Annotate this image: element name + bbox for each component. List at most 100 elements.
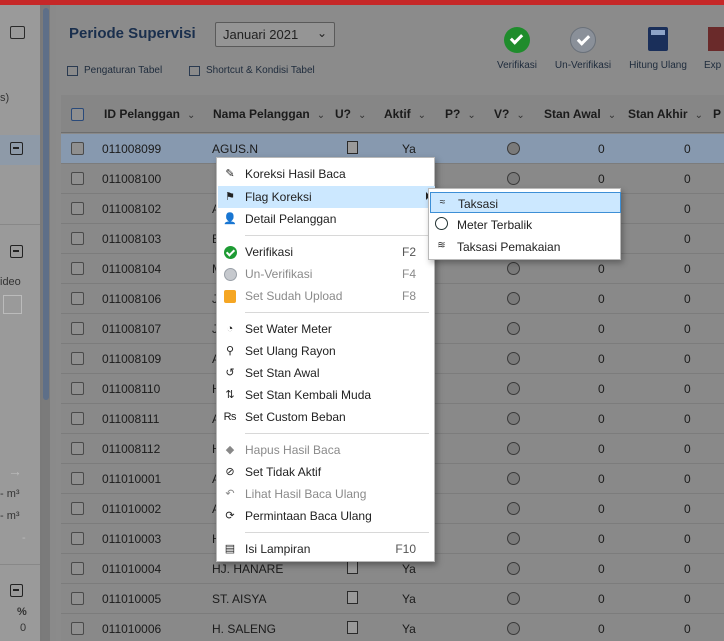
row-checkbox[interactable] (71, 562, 84, 575)
menu-set-stan-awal[interactable]: ↺ Set Stan Awal (218, 362, 435, 384)
cell-stan-awal: 0 (598, 592, 605, 606)
status-circle-icon (507, 412, 520, 425)
menu-un-verifikasi[interactable]: Un-Verifikasi F4 (218, 263, 435, 285)
shortcut-kondisi-link[interactable]: Shortcut & Kondisi Tabel (189, 65, 315, 76)
col-upload[interactable]: U? ⌄ (335, 107, 366, 121)
cell-stan-akhir: 0 (684, 472, 691, 486)
menu-set-water-meter[interactable]: ◔ Set Water Meter (218, 318, 435, 340)
menu-set-tidak-aktif[interactable]: ⊘ Set Tidak Aktif (218, 461, 435, 483)
cell-stan-akhir: 0 (684, 622, 691, 636)
export-button[interactable]: Exp (704, 27, 724, 71)
row-checkbox[interactable] (71, 142, 84, 155)
upload-icon (347, 561, 358, 574)
cell-stan-akhir: 0 (684, 292, 691, 306)
col-v[interactable]: V? ⌄ (494, 107, 525, 121)
table-header: ID Pelanggan ⌄ Nama Pelanggan ⌄ U? ⌄ Aktif ⌄… (61, 95, 724, 133)
row-checkbox[interactable] (71, 322, 84, 335)
row-checkbox[interactable] (71, 232, 84, 245)
row-checkbox[interactable] (71, 262, 84, 275)
status-circle-icon (507, 352, 520, 365)
period-select[interactable]: Januari 2021 ⌄ (215, 22, 335, 47)
location-pin-icon: ⚲ (225, 344, 235, 357)
menu-set-ulang-rayon[interactable]: ⚲ Set Ulang Rayon (218, 340, 435, 362)
printer-icon[interactable] (10, 26, 25, 39)
row-checkbox[interactable] (71, 382, 84, 395)
col-id-pelanggan[interactable]: ID Pelanggan ⌄ (104, 107, 195, 121)
cell-id-pelanggan: 011008099 (102, 142, 162, 156)
col-aktif[interactable]: Aktif ⌄ (384, 107, 426, 121)
expand-icon[interactable] (3, 295, 22, 314)
col-stan-akhir[interactable]: Stan Akhir ⌄ (628, 107, 703, 121)
row-checkbox[interactable] (71, 472, 84, 485)
menu-isi-lampiran[interactable]: ▤ Isi Lampiran F10 (218, 538, 435, 560)
table-row[interactable]: 011010005 ST. AISYA Ya 0 0 (61, 584, 724, 614)
cell-stan-akhir: 0 (684, 502, 691, 516)
menu-permintaan-baca-ulang[interactable]: ⟳ Permintaan Baca Ulang (218, 505, 435, 527)
flag-icon: ⚑ (225, 190, 235, 203)
cell-id-pelanggan: 011010003 (102, 532, 162, 546)
scrollbar-thumb[interactable] (43, 8, 49, 400)
cell-id-pelanggan: 011008102 (102, 202, 162, 216)
menu-set-sudah-upload[interactable]: Set Sudah Upload F8 (218, 285, 435, 307)
status-circle-icon (507, 142, 520, 155)
row-checkbox[interactable] (71, 502, 84, 515)
cell-stan-awal: 0 (598, 412, 605, 426)
row-checkbox[interactable] (71, 592, 84, 605)
col-p2[interactable]: P (713, 107, 721, 121)
submenu-meter-terbalik[interactable]: Meter Terbalik (430, 214, 621, 235)
pengaturan-tabel-link[interactable]: Pengaturan Tabel (67, 65, 162, 76)
select-all-checkbox[interactable] (71, 108, 84, 121)
cell-stan-akhir: 0 (684, 352, 691, 366)
collapse-icon[interactable] (10, 245, 23, 258)
row-checkbox[interactable] (71, 532, 84, 545)
export-label: Exp (704, 60, 722, 71)
row-checkbox[interactable] (71, 442, 84, 455)
approx-usage-icon: ≋ (437, 240, 446, 251)
menu-lihat-hasil-baca-ulang[interactable]: ↶ Lihat Hasil Baca Ulang (218, 483, 435, 505)
collapse-icon[interactable] (10, 142, 23, 155)
eraser-icon: ◆ (225, 443, 235, 456)
cell-aktif: Ya (402, 622, 416, 636)
col-nama-pelanggan[interactable]: Nama Pelanggan ⌄ (213, 107, 325, 121)
reset-icon: ↺ (225, 366, 235, 379)
verifikasi-button[interactable]: Verifikasi (493, 27, 541, 71)
col-stan-awal[interactable]: Stan Awal ⌄ (544, 107, 616, 121)
submenu-taksasi-pemakaian[interactable]: ≋ Taksasi Pemakaian (430, 236, 621, 257)
col-p[interactable]: P? ⌄ (445, 107, 476, 121)
row-checkbox[interactable] (71, 622, 84, 635)
meter-reverse-icon (435, 217, 448, 230)
hitung-ulang-button[interactable]: Hitung Ulang (625, 27, 691, 71)
menu-hapus-hasil-baca[interactable]: ◆ Hapus Hasil Baca (218, 439, 435, 461)
m3-value-a: - m³ (0, 488, 20, 500)
cell-stan-awal: 0 (598, 262, 605, 276)
row-checkbox[interactable] (71, 352, 84, 365)
cell-id-pelanggan: 011008100 (102, 172, 162, 186)
cell-stan-awal: 0 (598, 172, 605, 186)
collapse-icon[interactable] (10, 584, 23, 597)
row-checkbox[interactable] (71, 412, 84, 425)
vertical-scrollbar[interactable] (42, 8, 50, 641)
table-grid-icon (189, 65, 200, 76)
cell-stan-awal: 0 (598, 352, 605, 366)
menu-set-stan-kembali-muda[interactable]: ⇅ Set Stan Kembali Muda (218, 384, 435, 406)
status-circle-icon (507, 562, 520, 575)
row-checkbox[interactable] (71, 202, 84, 215)
submenu-taksasi[interactable]: ≈ Taksasi (430, 192, 621, 213)
row-checkbox[interactable] (71, 292, 84, 305)
arrow-right-icon[interactable]: → (8, 463, 22, 479)
menu-flag-koreksi[interactable]: ⚑ Flag Koreksi (218, 186, 435, 208)
menu-verifikasi[interactable]: Verifikasi F2 (218, 241, 435, 263)
menu-set-custom-beban[interactable]: ₨ Set Custom Beban (218, 406, 435, 428)
menu-koreksi-hasil-baca[interactable]: ✎ Koreksi Hasil Baca (218, 163, 435, 185)
cell-stan-akhir: 0 (684, 562, 691, 576)
cell-stan-akhir: 0 (684, 532, 691, 546)
cell-id-pelanggan: 011010006 (102, 622, 162, 636)
un-verifikasi-button[interactable]: Un-Verifikasi (551, 27, 615, 71)
menu-detail-pelanggan[interactable]: 👤 Detail Pelanggan (218, 208, 435, 230)
cell-stan-awal: 0 (598, 442, 605, 456)
status-circle-icon (507, 322, 520, 335)
table-row[interactable]: 011010006 H. SALENG Ya 0 0 (61, 614, 724, 641)
cell-stan-akhir: 0 (684, 262, 691, 276)
row-checkbox[interactable] (71, 172, 84, 185)
chevron-down-icon: ⌄ (316, 26, 327, 40)
